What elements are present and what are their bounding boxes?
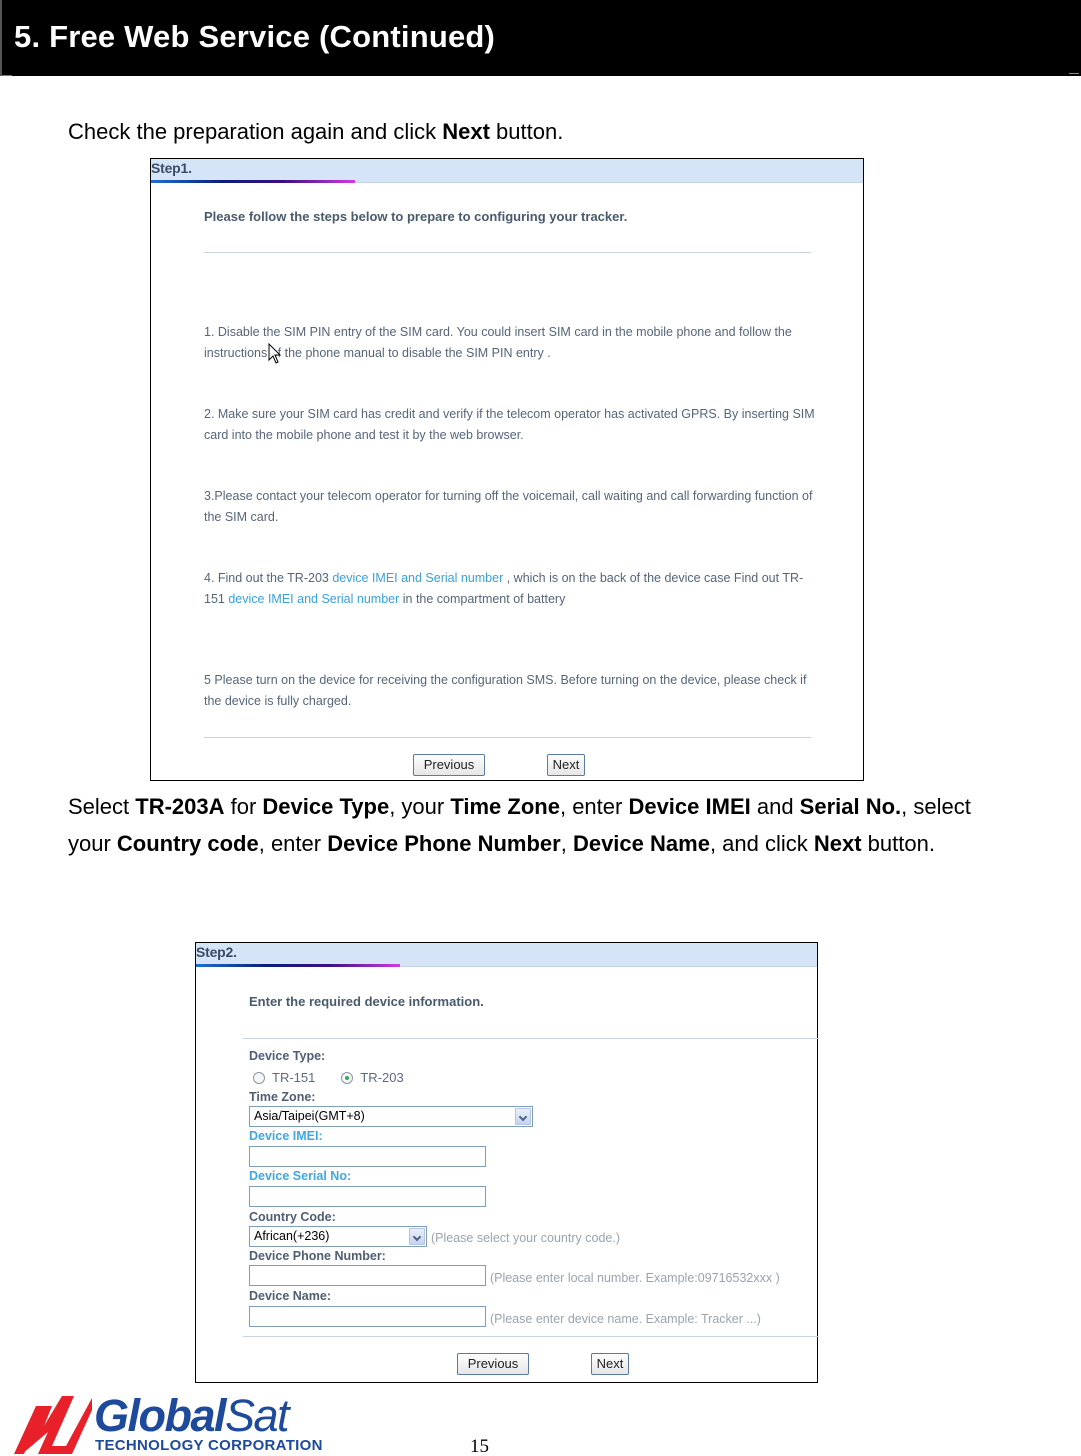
instruction-text: , bbox=[560, 830, 573, 856]
time-zone-select[interactable]: Asia/Taipei(GMT+8) bbox=[249, 1106, 533, 1127]
step-gradient-bar bbox=[151, 180, 355, 183]
device-type-radio-group: TR-151 TR-203 bbox=[253, 1070, 430, 1085]
device-imei-label: Device IMEI: bbox=[249, 1129, 323, 1143]
step2-label: Step2. bbox=[196, 944, 237, 960]
instruction-bold-term: Device Phone Number bbox=[327, 830, 561, 856]
device-name-label: Device Name: bbox=[249, 1289, 331, 1303]
intro-paragraph: Check the preparation again and click Ne… bbox=[68, 114, 563, 151]
step1-item-4: 4. Find out the TR-203 device IMEI and S… bbox=[204, 568, 819, 609]
device-serial-input[interactable] bbox=[249, 1186, 486, 1207]
intro-bold-next: Next bbox=[442, 119, 490, 144]
instruction-text: , your bbox=[389, 794, 451, 819]
time-zone-value: Asia/Taipei(GMT+8) bbox=[254, 1109, 365, 1123]
step1-item-1: 1. Disable the SIM PIN entry of the SIM … bbox=[204, 325, 792, 360]
country-code-label: Country Code: bbox=[249, 1210, 336, 1224]
globalsat-logo: GlobalSat TECHNOLOGY CORPORATION bbox=[14, 1390, 334, 1456]
instruction-bold-term: Device Type bbox=[262, 794, 390, 819]
divider bbox=[204, 252, 811, 253]
step1-intro: Please follow the steps below to prepare… bbox=[204, 209, 628, 224]
item4-text: 4. Find out the TR-203 bbox=[204, 571, 333, 585]
device-imei-input[interactable] bbox=[249, 1146, 486, 1167]
step1-header: Step1. bbox=[151, 159, 863, 183]
instruction-text: , and click bbox=[709, 830, 814, 856]
radio-tr203-label[interactable]: TR-203 bbox=[360, 1070, 403, 1085]
instruction-bold-term: Time Zone bbox=[450, 794, 560, 819]
section-title: 5. Free Web Service (Continued) bbox=[14, 19, 496, 54]
country-code-hint: (Please select your country code.) bbox=[431, 1231, 620, 1245]
page-number: 15 bbox=[470, 1436, 489, 1456]
divider bbox=[204, 737, 811, 738]
brand-subtitle: TECHNOLOGY CORPORATION bbox=[95, 1437, 323, 1454]
brand-name-light: Sat bbox=[225, 1390, 290, 1441]
instruction-paragraph: Select TR-203A for Device Type, your Tim… bbox=[68, 789, 988, 862]
step2-panel: Step2. Enter the required device informa… bbox=[195, 942, 819, 1383]
mouse-cursor-icon bbox=[268, 343, 282, 364]
item4-text: in the compartment of battery bbox=[399, 591, 566, 606]
step-gradient-bar bbox=[196, 964, 400, 967]
chevron-down-icon[interactable] bbox=[409, 1228, 425, 1245]
instruction-bold-term: Country code bbox=[116, 830, 259, 856]
chevron-down-icon[interactable] bbox=[515, 1108, 531, 1125]
radio-tr203[interactable] bbox=[341, 1071, 354, 1084]
phone-number-hint: (Please enter local number. Example:0971… bbox=[490, 1271, 780, 1285]
globalsat-mark-icon bbox=[14, 1396, 92, 1454]
radio-tr151[interactable] bbox=[253, 1071, 265, 1084]
instruction-text: button. bbox=[861, 830, 935, 856]
divider bbox=[243, 1336, 819, 1337]
instruction-bold-term: TR-203A bbox=[135, 794, 225, 819]
radio-tr151-label[interactable]: TR-151 bbox=[272, 1070, 315, 1085]
intro-text-end: button. bbox=[489, 119, 564, 144]
instruction-text: Select bbox=[68, 794, 136, 819]
device-serial-label: Device Serial No: bbox=[249, 1169, 352, 1183]
intro-text: Check the preparation again and click bbox=[68, 119, 443, 144]
instruction-bold-term: Serial No. bbox=[799, 794, 902, 819]
step1-item-5: 5 Please turn on the device for receivin… bbox=[204, 673, 807, 708]
step1-item-3: 3.Please contact your telecom operator f… bbox=[204, 489, 813, 524]
instruction-text: , enter bbox=[258, 830, 328, 856]
imei-serial-link-tr151[interactable]: device IMEI and Serial number bbox=[228, 592, 399, 606]
time-zone-label: Time Zone: bbox=[249, 1090, 316, 1104]
imei-serial-link-tr203[interactable]: device IMEI and Serial number bbox=[332, 571, 503, 585]
step2-header: Step2. bbox=[196, 943, 817, 967]
device-type-label: Device Type: bbox=[249, 1049, 326, 1063]
brand-name-bold: Global bbox=[94, 1390, 227, 1441]
instruction-text: for bbox=[224, 794, 263, 819]
brand-name: GlobalSat bbox=[94, 1390, 290, 1442]
step1-label: Step1. bbox=[151, 160, 192, 176]
instruction-text: and bbox=[750, 794, 800, 819]
phone-number-input[interactable] bbox=[249, 1265, 486, 1286]
divider bbox=[243, 1038, 819, 1039]
step2-next-button[interactable]: Next bbox=[591, 1353, 629, 1375]
device-name-hint: (Please enter device name. Example: Trac… bbox=[490, 1312, 761, 1326]
phone-number-label: Device Phone Number: bbox=[249, 1249, 386, 1263]
instruction-bold-term: Device IMEI bbox=[628, 794, 751, 819]
step1-previous-button[interactable]: Previous bbox=[413, 754, 485, 776]
step2-previous-button[interactable]: Previous bbox=[457, 1353, 529, 1375]
country-code-value: African(+236) bbox=[254, 1229, 330, 1243]
header-corner-mark bbox=[1069, 73, 1079, 74]
country-code-select[interactable]: African(+236) bbox=[249, 1226, 427, 1247]
step2-intro: Enter the required device information. bbox=[249, 994, 484, 1009]
instruction-bold-term: Device Name bbox=[572, 830, 710, 856]
step1-panel: Step1. Please follow the steps below to … bbox=[150, 158, 864, 781]
step1-item-2: 2. Make sure your SIM card has credit an… bbox=[204, 407, 815, 442]
section-header: 5. Free Web Service (Continued) bbox=[0, 0, 1081, 76]
instruction-text: , enter bbox=[559, 794, 629, 819]
device-name-input[interactable] bbox=[249, 1306, 486, 1327]
header-corner-mark bbox=[2, 75, 12, 76]
instruction-bold-term: Next bbox=[813, 830, 862, 856]
step1-next-button[interactable]: Next bbox=[547, 754, 585, 776]
